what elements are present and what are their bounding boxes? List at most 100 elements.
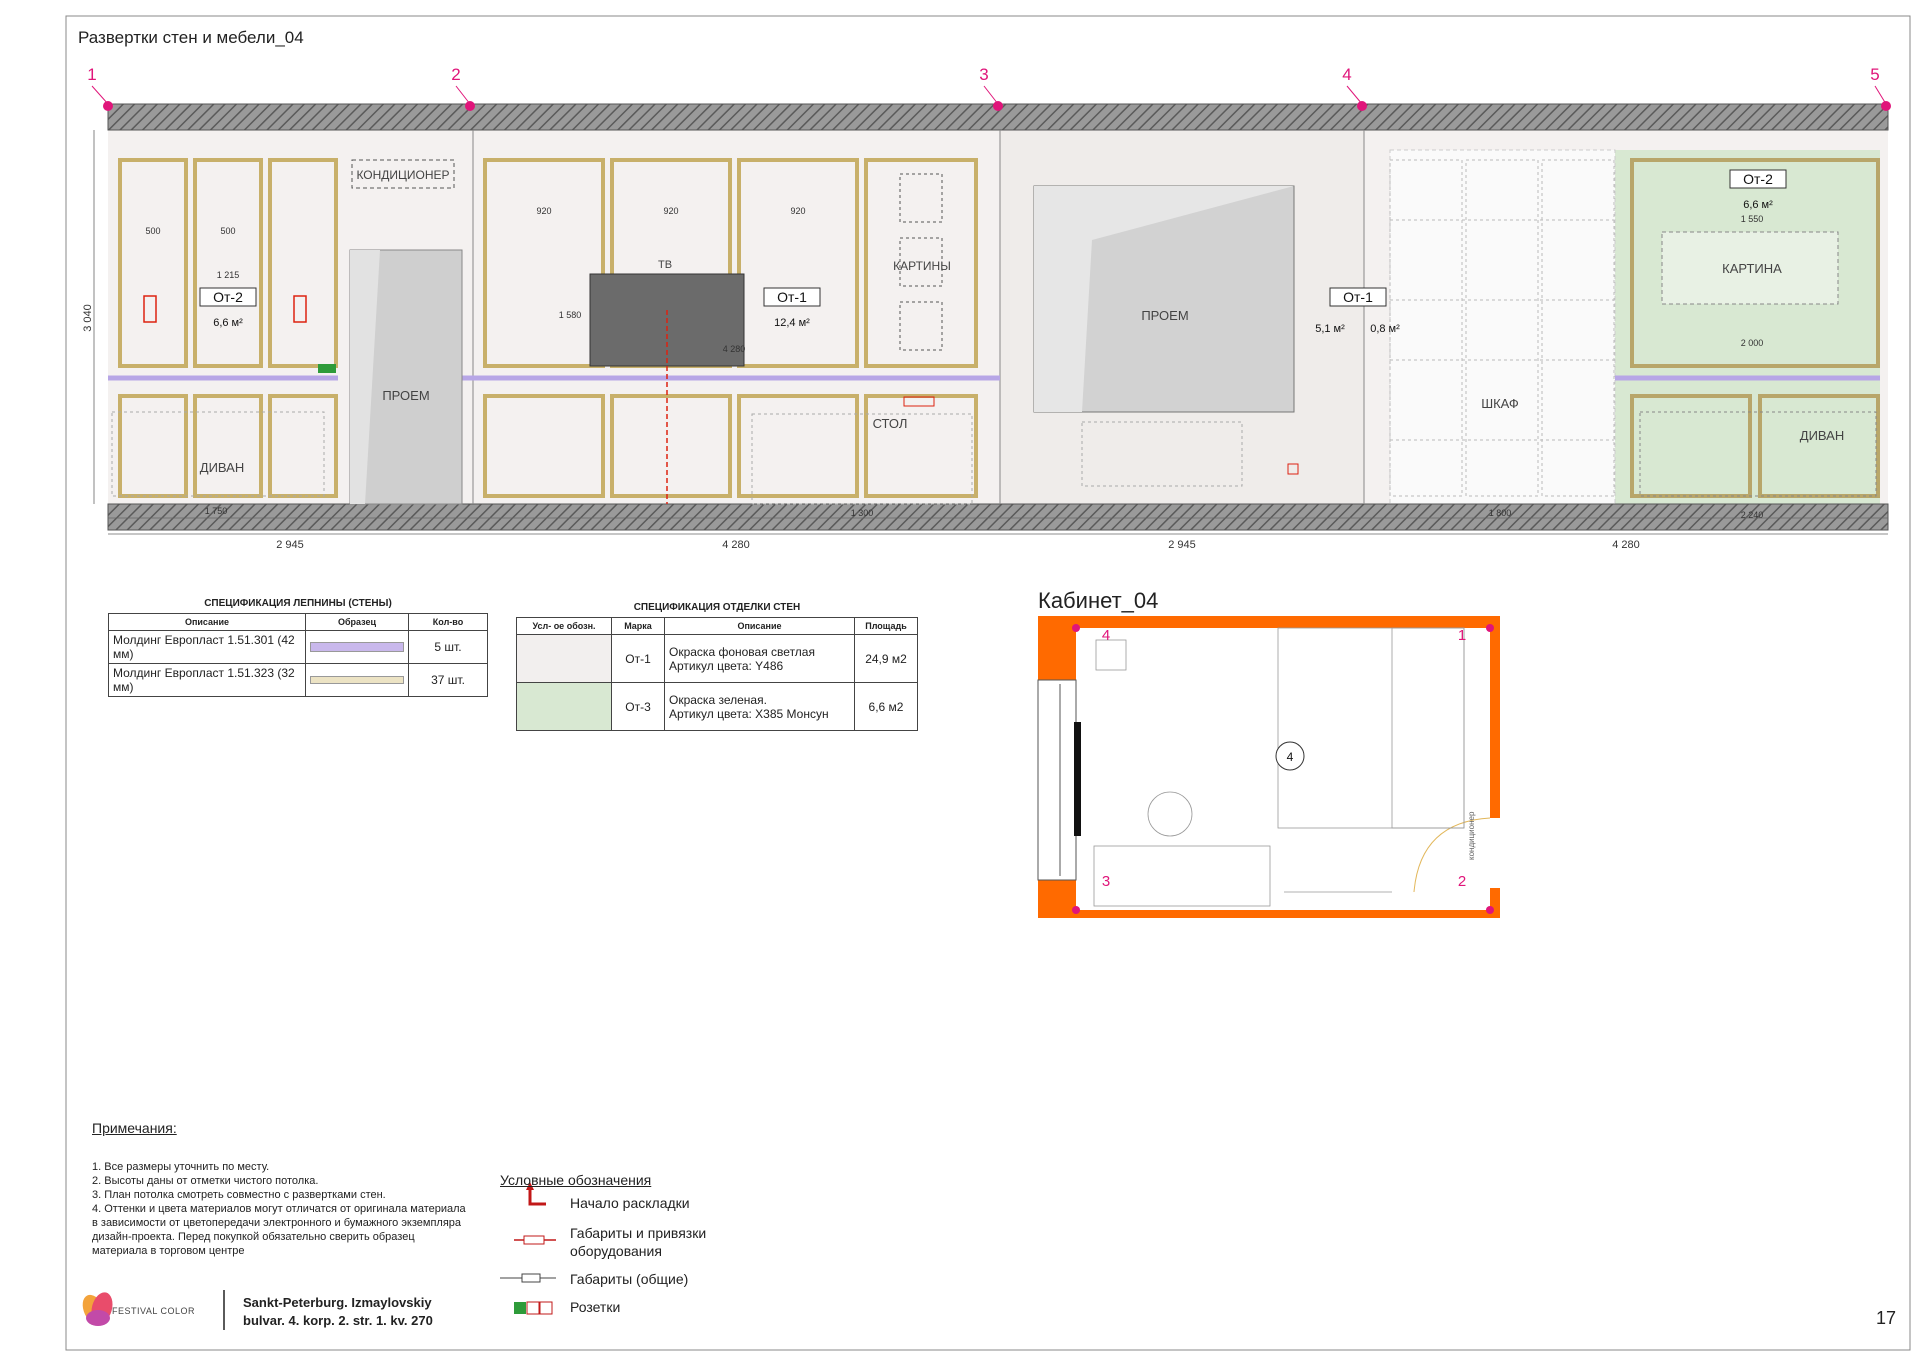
axis-1: 1 [87,65,96,84]
row-swatch [516,682,612,731]
row-mark: От-1 [611,634,665,683]
brand-name: FESTIVAL COLOR [112,1306,196,1316]
socket-icon [514,1301,553,1315]
cabinet-title: Кабинет_04 [1038,588,1159,613]
row-desc: Окраска зеленая. Артикул цвета: X385 Монс… [664,682,855,731]
row-swatch [305,663,409,697]
row-swatch [516,634,612,683]
col-desc: Описание [664,617,855,635]
col-swatch: Образец [305,613,409,631]
notes-heading: Примечания: [92,1120,177,1136]
dim-1580: 1 580 [559,310,582,320]
dim-1800: 1 800 [1489,508,1512,518]
legend-item-general: Габариты (общие) [570,1271,689,1287]
dim-500: 500 [145,226,160,236]
dim-920a: 920 [536,206,551,216]
svg-text:От-1: От-1 [1343,289,1373,305]
dim-4280-small: 4 280 [723,344,746,354]
conditioner-label: КОНДИЦИОНЕР [356,168,449,182]
row-swatch [305,630,409,664]
opening-left-label: ПРОЕМ [382,388,429,403]
table-row: От-1 Окраска фоновая светлая Артикул цвет… [516,634,918,683]
dim-500b: 500 [220,226,235,236]
axis-4: 4 [1342,65,1351,84]
bottom-dim-4: 4 280 [1612,539,1640,551]
col-desc: Описание [108,613,306,631]
table-row: Молдинг Европласт 1.51.323 (32 мм) 37 шт… [108,663,488,697]
sofa-left-label: ДИВАН [200,460,244,475]
sofa-right-label: ДИВАН [1800,428,1844,443]
spec-molding: СПЕЦИФИКАЦИЯ ЛЕПНИНЫ (СТЕНЫ) Описание Об… [108,598,488,697]
address-line-1: Sankt-Peterburg. Izmaylovskiy [243,1295,432,1310]
svg-text:От-2: От-2 [213,289,243,305]
note-item: 2. Высоты даны от отметки чистого потолк… [92,1175,319,1187]
corner-3: 3 [1102,873,1110,890]
note-item: 4. Оттенки и цвета материалов могут отли… [92,1203,466,1257]
notes-list: 1. Все размеры уточнить по месту. 2. Выс… [92,1160,472,1258]
svg-text:5,1 м²: 5,1 м² [1315,323,1345,335]
row-qty: 37 шт. [408,663,488,697]
spec-molding-title: СПЕЦИФИКАЦИЯ ЛЕПНИНЫ (СТЕНЫ) [204,598,392,609]
spec-finish: СПЕЦИФИКАЦИЯ ОТДЕЛКИ СТЕН Усл- ое обозн.… [516,602,918,731]
corner-2: 2 [1458,873,1466,890]
note-item: 1. Все размеры уточнить по месту. [92,1161,270,1173]
row-area: 24,9 м2 [854,634,918,683]
pictures-label: КАРТИНЫ [893,259,951,273]
corner-4: 4 [1102,627,1110,644]
svg-text:0,8 м²: 0,8 м² [1370,323,1400,335]
legend-item-sockets: Розетки [570,1299,621,1315]
sheet-title: Развертки стен и мебели_04 [78,28,304,47]
dim-2000: 2 000 [1741,338,1764,348]
col-qty: Кол-во [408,613,488,631]
picture-right-label: КАРТИНА [1722,261,1782,276]
conditioner-vertical-label: кондиционер [1467,811,1476,860]
general-dim-icon [500,1273,556,1283]
dim-1215: 1 215 [217,270,240,280]
dim-920b: 920 [663,206,678,216]
svg-text:От-1: От-1 [777,289,807,305]
row-area: 6,6 м2 [854,682,918,731]
address: Sankt-Peterburg. Izmaylovskiy bulvar. 4.… [243,1294,433,1330]
col-mark: Марка [611,617,665,635]
col-area: Площадь [854,617,918,635]
wall-elevation: ПРОЕМ КОНДИЦИОНЕР ТВ КАРТИНЫ СТОЛ ПРОЕМ [82,103,1889,551]
table-row: От-3 Окраска зеленая. Артикул цвета: X385… [516,682,918,731]
bottom-dim-3: 2 945 [1168,539,1196,551]
svg-text:6,6 м²: 6,6 м² [213,317,243,329]
axis-3: 3 [979,65,988,84]
svg-text:12,4 м²: 12,4 м² [774,317,810,329]
row-qty: 5 шт. [408,630,488,664]
dim-920c: 920 [790,206,805,216]
bottom-dim-2: 4 280 [722,539,750,551]
row-desc: Окраска фоновая светлая Артикул цвета: Y4… [664,634,855,683]
dim-1750: 1 750 [205,506,228,516]
legend-heading: Условные обозначения [500,1172,652,1188]
address-line-2: bulvar. 4. korp. 2. str. 1. kv. 270 [243,1313,433,1328]
axis-5: 5 [1870,65,1879,84]
page-number: 17 [1876,1308,1897,1328]
wardrobe-label: ШКАФ [1481,396,1519,411]
spec-finish-title: СПЕЦИФИКАЦИЯ ОТДЕЛКИ СТЕН [633,602,801,613]
tv-label: ТВ [658,259,672,271]
row-desc: Молдинг Европласт 1.51.323 (32 мм) [108,663,306,697]
opening-center-label: ПРОЕМ [1141,308,1188,323]
legend-item-layout-start: Начало раскладки [570,1195,690,1211]
height-dim: 3 040 [82,304,94,332]
col-symbol: Усл- ое обозн. [516,617,612,635]
corner-1: 1 [1458,627,1466,644]
table-row: Молдинг Европласт 1.51.301 (42 мм) 5 шт. [108,630,488,664]
legend-item-equipment: Габариты и привязки оборудования [570,1225,707,1259]
row-mark: От-3 [611,682,665,731]
dim-1300: 1 300 [851,508,874,518]
axis-2: 2 [451,65,460,84]
row-desc: Молдинг Европласт 1.51.301 (42 мм) [108,630,306,664]
spec-finish-table: Усл- ое обозн. Марка Описание Площадь От… [516,617,918,731]
spec-molding-table: Описание Образец Кол-во Молдинг Европлас… [108,613,488,697]
note-item: 3. План потолка смотреть совместно с раз… [92,1189,386,1201]
room-number: 4 [1287,750,1294,764]
bottom-dim-1: 2 945 [276,539,304,551]
cabinet-plan: 4 4 1 3 2 кондиционер [1037,616,1500,918]
equipment-dim-icon [514,1235,556,1245]
table-label: СТОЛ [873,416,908,431]
dim-2240: 2 240 [1741,510,1764,520]
